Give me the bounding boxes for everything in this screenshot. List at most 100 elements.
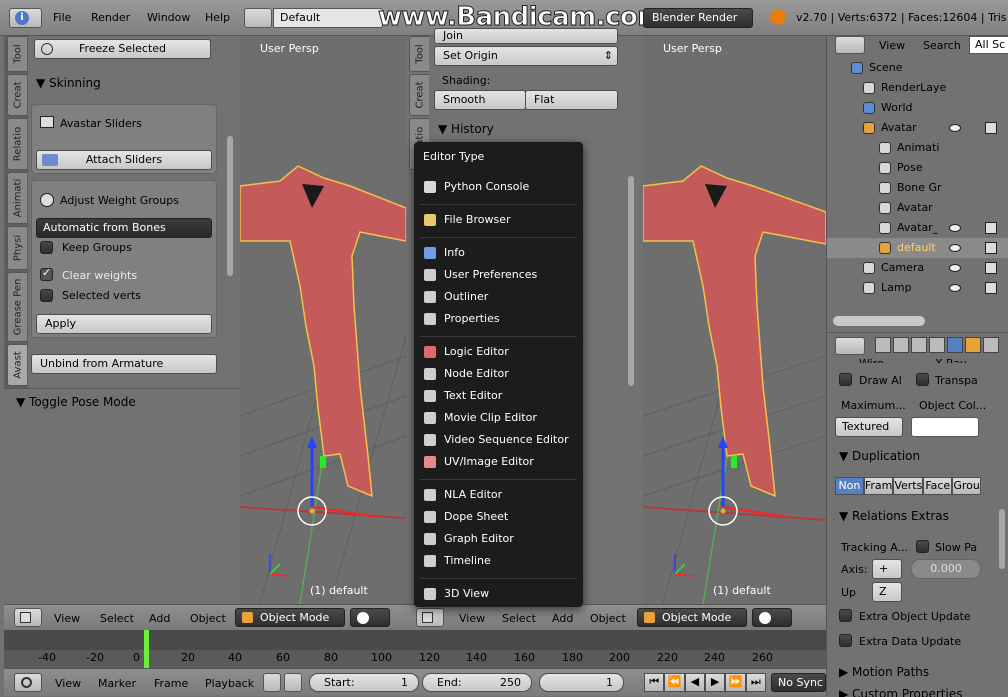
add-menu-right[interactable]: Add: [552, 612, 573, 625]
properties-scrollbar[interactable]: [999, 509, 1005, 569]
keying-set-icon[interactable]: [263, 673, 281, 692]
toggle-pose-header[interactable]: ▼ Toggle Pose Mode: [16, 395, 136, 409]
keep-groups-checkbox[interactable]: [40, 241, 53, 254]
jump-start-icon[interactable]: ⏮: [644, 673, 665, 692]
outliner-row[interactable]: Animati: [827, 138, 1008, 158]
mid-shelf-scrollbar[interactable]: [628, 176, 634, 386]
editor-type-item-node-editor[interactable]: Node Editor: [420, 364, 577, 384]
draw-all-checkbox[interactable]: [839, 373, 852, 386]
selected-verts-checkbox[interactable]: [40, 289, 53, 302]
screen-layout-icon[interactable]: [244, 8, 272, 28]
smooth-button[interactable]: Smooth: [434, 90, 526, 110]
tab-avastar[interactable]: Avast: [7, 344, 27, 386]
editor-type-item-info[interactable]: Info: [420, 243, 577, 263]
properties-editor-type[interactable]: [835, 337, 865, 355]
visibility-eye-icon[interactable]: [949, 264, 961, 272]
up-axis-select[interactable]: Z: [872, 582, 902, 602]
menu-render[interactable]: Render: [91, 11, 130, 24]
shading-select-left[interactable]: [350, 608, 390, 627]
dup-verts-option[interactable]: Verts: [893, 477, 924, 495]
join-button[interactable]: Join: [434, 28, 618, 44]
outliner-row[interactable]: Avatar: [827, 198, 1008, 218]
clear-weights-checkbox[interactable]: ✓: [40, 266, 53, 281]
timeline-editor-type[interactable]: [14, 673, 42, 692]
editor-type-item-python-console[interactable]: Python Console: [420, 177, 577, 197]
dup-group-option[interactable]: Grou: [952, 477, 982, 495]
render-engine-select[interactable]: Blender Render: [643, 8, 753, 28]
render-tab-icon[interactable]: [875, 337, 891, 353]
object-color-swatch[interactable]: [911, 417, 979, 437]
tab-create[interactable]: Creat: [7, 74, 27, 116]
editor-type-item-properties[interactable]: Properties: [420, 309, 577, 329]
outliner-row[interactable]: RenderLaye: [827, 78, 1008, 98]
outliner-row[interactable]: default: [827, 238, 1008, 258]
attach-sliders-button[interactable]: Attach Sliders: [36, 150, 212, 170]
history-header[interactable]: ▼ History: [438, 122, 494, 136]
start-frame-field[interactable]: Start: 1: [309, 673, 419, 692]
slow-parent-offset-field[interactable]: 0.000: [911, 559, 981, 579]
play-icon[interactable]: ▶: [704, 673, 726, 692]
editor-type-item-file-browser[interactable]: File Browser: [420, 210, 577, 230]
freeze-selected-button[interactable]: Freeze Selected: [34, 39, 211, 59]
editor-type-item-uv-image-editor[interactable]: UV/Image Editor: [420, 452, 577, 472]
editor-type-item-outliner[interactable]: Outliner: [420, 287, 577, 307]
tool-shelf-scrollbar[interactable]: [227, 136, 233, 276]
tab-tools[interactable]: Tool: [7, 36, 27, 72]
timeline-playback-menu[interactable]: Playback: [205, 677, 254, 690]
layers-tab-icon[interactable]: [893, 337, 909, 353]
skinning-header[interactable]: ▼ Skinning: [36, 76, 101, 90]
tab-physics[interactable]: Physi: [7, 226, 27, 270]
apply-button[interactable]: Apply: [36, 314, 212, 334]
mid-tab-create[interactable]: Creat: [409, 74, 429, 116]
viewport-left[interactable]: User Persp (1) default: [240, 36, 406, 604]
dup-frames-option[interactable]: Fram: [863, 477, 894, 495]
editor-type-item-graph-editor[interactable]: Graph Editor: [420, 529, 577, 549]
constraints-tab-icon[interactable]: [965, 337, 981, 353]
weight-source-select[interactable]: Automatic from Bones: [36, 218, 212, 238]
unbind-armature-button[interactable]: Unbind from Armature: [31, 354, 217, 374]
outliner-row[interactable]: Pose: [827, 158, 1008, 178]
editor-type-button-left[interactable]: [14, 608, 42, 627]
outliner-editor-type[interactable]: [835, 36, 865, 54]
timeline-area[interactable]: [4, 630, 826, 668]
outliner-row[interactable]: Lamp: [827, 278, 1008, 298]
transparency-checkbox[interactable]: [916, 373, 929, 386]
outliner-scrollbar[interactable]: [833, 316, 925, 326]
tab-grease-pencil[interactable]: Grease Pen: [7, 272, 27, 342]
menu-file[interactable]: File: [53, 11, 71, 24]
editor-type-button[interactable]: i: [9, 8, 42, 28]
tab-animation[interactable]: Animati: [7, 172, 27, 224]
scene-tab-icon[interactable]: [911, 337, 927, 353]
max-draw-type-select[interactable]: Textured: [835, 417, 903, 437]
slow-parent-checkbox[interactable]: [916, 540, 929, 553]
outliner-search-menu[interactable]: Search: [923, 39, 961, 52]
timeline-marker-menu[interactable]: Marker: [98, 677, 136, 690]
visibility-eye-icon[interactable]: [949, 124, 961, 132]
outliner-row[interactable]: Camera: [827, 258, 1008, 278]
relations-extras-header[interactable]: ▼ Relations Extras: [839, 509, 949, 523]
motion-paths-header[interactable]: ▶ Motion Paths: [839, 665, 929, 679]
world-tab-icon[interactable]: [929, 337, 945, 353]
select-menu-left[interactable]: Select: [100, 612, 134, 625]
dup-none-option[interactable]: Non: [835, 477, 864, 495]
editor-type-item-3d-view[interactable]: 3D View: [420, 584, 577, 604]
render-camera-icon[interactable]: [985, 282, 997, 294]
screen-layout-field[interactable]: Default: [273, 8, 383, 28]
duplication-header[interactable]: ▼ Duplication: [839, 449, 920, 463]
prev-key-icon[interactable]: ⏪: [664, 673, 685, 692]
current-frame-field[interactable]: 1: [539, 673, 624, 692]
visibility-eye-icon[interactable]: [949, 244, 961, 252]
modifiers-tab-icon[interactable]: [983, 337, 999, 353]
view-menu-left[interactable]: View: [54, 612, 80, 625]
play-reverse-icon[interactable]: ◀: [684, 673, 705, 692]
editor-type-item-timeline[interactable]: Timeline: [420, 551, 577, 571]
object-menu-right[interactable]: Object: [590, 612, 626, 625]
render-camera-icon[interactable]: [985, 122, 997, 134]
editor-type-item-user-preferences[interactable]: User Preferences: [420, 265, 577, 285]
timeline-frame-menu[interactable]: Frame: [154, 677, 188, 690]
timeline-view-menu[interactable]: View: [55, 677, 81, 690]
object-tab-icon[interactable]: [947, 337, 963, 353]
visibility-eye-icon[interactable]: [949, 224, 961, 232]
outliner-row[interactable]: Bone Gr: [827, 178, 1008, 198]
jump-end-icon[interactable]: ⏭: [745, 673, 766, 692]
